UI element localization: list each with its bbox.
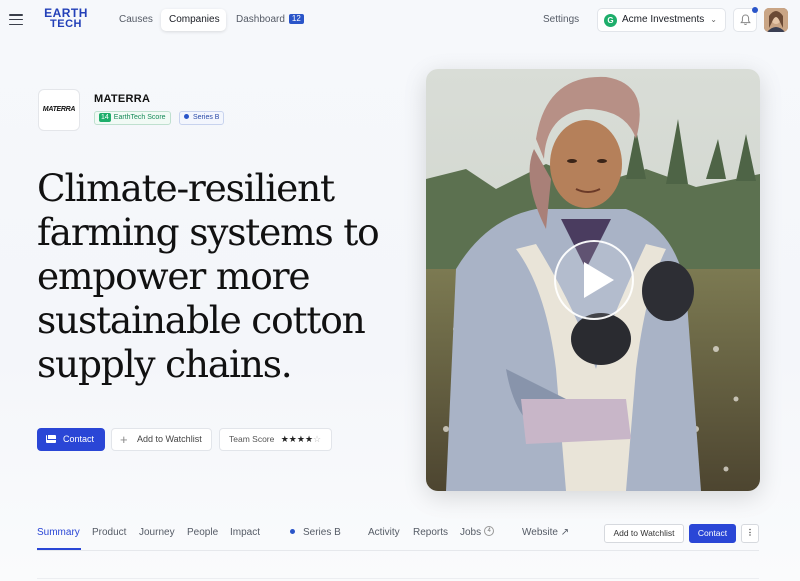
tab-people[interactable]: People xyxy=(187,527,218,538)
add-to-watchlist-button[interactable]: + Add to Watchlist xyxy=(111,428,212,451)
tab-jobs[interactable]: Jobs 4 xyxy=(460,526,495,538)
team-score-stars: ★★★★☆ xyxy=(281,434,321,444)
notification-dot xyxy=(752,7,758,13)
star-filled-icons: ★★★★ xyxy=(280,434,314,444)
score-value: 14 xyxy=(99,113,111,122)
star-empty-icon: ☆ xyxy=(313,434,322,444)
sticky-contact-button[interactable]: Contact xyxy=(689,524,736,543)
logo-line-2: TECH xyxy=(50,18,82,30)
score-label: EarthTech Score xyxy=(113,114,166,121)
user-avatar[interactable] xyxy=(764,8,788,32)
notifications-button[interactable] xyxy=(733,7,758,32)
nav-companies[interactable]: Companies xyxy=(161,9,226,31)
tab-reports[interactable]: Reports xyxy=(413,527,448,538)
tab-website[interactable]: Website ↗ xyxy=(522,527,569,538)
plus-icon: + xyxy=(120,432,128,447)
watchlist-button-label: Add to Watchlist xyxy=(137,434,202,444)
chevron-down-icon: ⌄ xyxy=(710,15,717,24)
team-score-label: Team Score xyxy=(229,434,275,444)
contact-button[interactable]: Contact xyxy=(37,428,105,451)
series-dot-icon xyxy=(290,528,295,534)
bell-icon xyxy=(740,14,751,25)
more-options-icon[interactable]: ⋮ xyxy=(741,524,759,543)
company-headline: Climate-resilient farming systems to emp… xyxy=(37,166,380,386)
account-logo-icon: G xyxy=(604,14,617,27)
tab-journey[interactable]: Journey xyxy=(139,527,175,538)
stage-dot-icon xyxy=(184,113,189,119)
earthtech-logo[interactable]: EARTH TECH xyxy=(38,7,94,32)
sticky-add-to-watchlist-button[interactable]: Add to Watchlist xyxy=(604,524,684,543)
play-video-button[interactable] xyxy=(554,240,634,320)
tab-activity[interactable]: Activity xyxy=(368,527,400,538)
nav-dashboard[interactable]: Dashboard 12 xyxy=(228,9,312,31)
stage-label: Series B xyxy=(193,114,220,121)
section-divider xyxy=(37,578,759,579)
nav-dashboard-label: Dashboard xyxy=(236,14,285,25)
tabs-divider xyxy=(37,550,759,551)
tab-summary[interactable]: Summary xyxy=(37,527,80,538)
tab-jobs-label: Jobs xyxy=(460,527,482,538)
nav-settings[interactable]: Settings xyxy=(543,14,579,25)
tab-series-label: Series B xyxy=(303,527,341,538)
company-name: MATERRA xyxy=(94,93,151,105)
menu-icon[interactable] xyxy=(9,14,23,25)
dashboard-count-badge: 12 xyxy=(288,14,304,25)
company-logo: MATERRA xyxy=(38,89,80,131)
tab-series[interactable]: Series B xyxy=(290,527,341,538)
funding-stage-badge: Series B xyxy=(179,111,225,125)
tab-product[interactable]: Product xyxy=(92,527,126,538)
mail-icon xyxy=(46,435,56,443)
earthtech-score-badge: 14 EarthTech Score xyxy=(94,111,171,125)
contact-button-label: Contact xyxy=(63,434,95,444)
account-switcher[interactable]: G Acme Investments ⌄ xyxy=(597,8,726,32)
account-name: Acme Investments xyxy=(622,14,705,25)
team-score: Team Score ★★★★☆ xyxy=(219,428,332,451)
tab-impact[interactable]: Impact xyxy=(230,527,260,538)
jobs-count-badge: 4 xyxy=(484,526,495,537)
nav-causes[interactable]: Causes xyxy=(111,9,161,31)
